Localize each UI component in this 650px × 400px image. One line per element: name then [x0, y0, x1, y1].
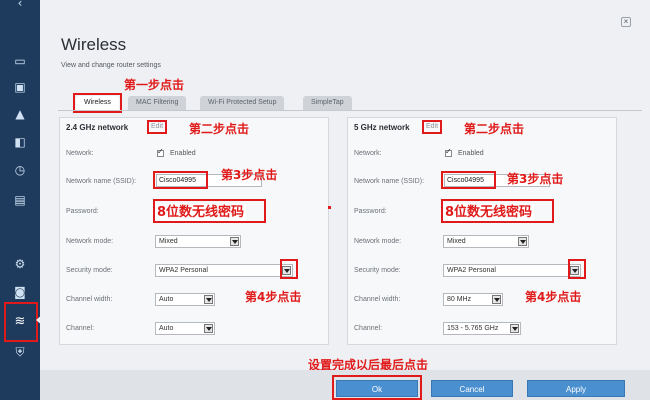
network-enabled-checkbox[interactable] [445, 147, 452, 157]
wireless-settings-panel: × Wireless View and change router settin… [40, 0, 650, 400]
password-label: Password: [354, 208, 387, 215]
channel-width-select[interactable]: Auto [155, 293, 215, 306]
step3-annotation-5: 第3步点击 [507, 172, 564, 186]
tab-mac-filtering[interactable]: MAC Filtering [128, 96, 187, 110]
password-hint-annotation: 8位数无线密码 [155, 204, 247, 221]
tab-divider [58, 110, 642, 111]
password-hint-annotation: 8位数无线密码 [443, 204, 535, 221]
band-5-title: 5 GHz network [354, 123, 410, 132]
network-mode-value: Mixed [447, 238, 466, 245]
ok-highlight [332, 375, 422, 400]
step2-highlight-5 [422, 120, 442, 134]
password-field[interactable]: 8位数无线密码 [153, 199, 266, 223]
clock-icon[interactable]: ◷ [13, 163, 27, 177]
chevron-down-icon [518, 237, 527, 246]
channel-width-value: 80 MHz [447, 296, 472, 303]
channel-width-label: Channel width: [354, 296, 401, 303]
tab-wifi-protected-setup[interactable]: Wi-Fi Protected Setup [200, 96, 285, 110]
ssid-label: Network name (SSID): [354, 178, 425, 185]
shield-icon[interactable]: ⛨ [13, 345, 27, 359]
channel-width-label: Channel width: [66, 296, 113, 303]
close-button[interactable]: × [621, 17, 631, 27]
router-icon[interactable]: ▭ [13, 54, 27, 68]
step4-highlight-5 [568, 259, 586, 279]
page-subtitle: View and change router settings [61, 62, 161, 69]
warning-icon[interactable]: ▲ [13, 107, 27, 121]
step4-annotation-5: 第4步点击 [525, 290, 582, 304]
tab-simpletap[interactable]: SimpleTap [303, 96, 352, 110]
cancel-button[interactable]: Cancel [431, 380, 513, 397]
step1-annotation: 第一步点击 [124, 78, 185, 92]
security-mode-select[interactable]: WPA2 Personal [443, 264, 581, 277]
devices-icon[interactable]: ◧ [13, 135, 27, 149]
password-field[interactable]: 8位数无线密码 [441, 199, 554, 223]
network-label: Network: [354, 150, 382, 157]
band-24ghz-section: 2.4 GHz network Edit Network: Enabled Ne… [59, 117, 329, 345]
security-mode-value: WPA2 Personal [447, 267, 496, 274]
security-mode-select[interactable]: WPA2 Personal [155, 264, 293, 277]
page-title: Wireless [61, 35, 127, 54]
step2-annotation-5: 第二步点击 [464, 122, 525, 136]
wifi-icon: ≋ [14, 314, 26, 329]
password-label: Password: [66, 208, 99, 215]
network-mode-label: Network mode: [66, 238, 114, 245]
chevron-down-icon [510, 324, 519, 333]
chevron-down-icon [492, 295, 501, 304]
annotation-dot [328, 206, 331, 209]
network-mode-select[interactable]: Mixed [443, 235, 529, 248]
chevron-down-icon [204, 324, 213, 333]
band-5ghz-section: 5 GHz network Edit Network: Enabled Netw… [347, 117, 617, 345]
network-mode-select[interactable]: Mixed [155, 235, 241, 248]
step4-annotation-24: 第4步点击 [245, 290, 302, 304]
network-map-icon[interactable]: ▤ [13, 193, 27, 207]
step2-highlight-24 [147, 120, 167, 134]
security-mode-label: Security mode: [354, 267, 401, 274]
security-mode-label: Security mode: [66, 267, 113, 274]
band-24-title: 2.4 GHz network [66, 123, 129, 132]
network-label: Network: [66, 150, 94, 157]
step3-highlight-5 [441, 171, 496, 189]
channel-width-select[interactable]: 80 MHz [443, 293, 503, 306]
briefcase-icon[interactable]: ▣ [13, 80, 27, 94]
wireless-nav-item[interactable]: ≋ [4, 302, 38, 342]
apply-button[interactable]: Apply [527, 380, 625, 397]
chevron-down-icon [230, 237, 239, 246]
gear-icon[interactable]: ⚙ [13, 257, 27, 271]
channel-label: Channel: [66, 325, 95, 332]
back-chevron-icon[interactable]: ‹ [13, 0, 27, 10]
enabled-label: Enabled [458, 150, 484, 157]
left-nav-rail: ‹ ▭ ▣ ▲ ◧ ◷ ▤ ⚙ ◙ ≋ ⛨ [0, 0, 43, 400]
ssid-label: Network name (SSID): [66, 178, 137, 185]
chevron-down-icon [204, 295, 213, 304]
channel-select[interactable]: Auto [155, 322, 215, 335]
channel-value: 153 - 5.765 GHz [447, 325, 499, 332]
network-mode-value: Mixed [159, 238, 178, 245]
step3-annotation-24: 第3步点击 [221, 168, 278, 182]
enabled-label: Enabled [170, 150, 196, 157]
step4-highlight-24 [280, 259, 298, 279]
channel-value: Auto [159, 325, 174, 332]
step3-highlight-24 [153, 171, 208, 189]
channel-label: Channel: [354, 325, 383, 332]
network-mode-label: Network mode: [354, 238, 402, 245]
channel-width-value: Auto [159, 296, 174, 303]
channel-select[interactable]: 153 - 5.765 GHz [443, 322, 521, 335]
camera-icon[interactable]: ◙ [13, 285, 27, 299]
network-enabled-checkbox[interactable] [157, 147, 164, 157]
security-mode-value: WPA2 Personal [159, 267, 208, 274]
step2-annotation-24: 第二步点击 [189, 122, 250, 136]
